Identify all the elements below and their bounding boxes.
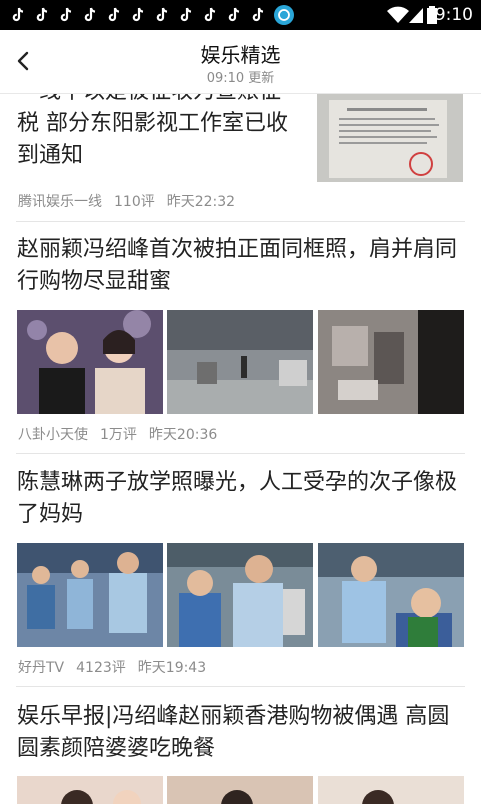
tiktok-icon: [200, 5, 220, 25]
article-source: 腾讯娱乐一线: [18, 194, 102, 210]
page-title: 娱乐精选: [200, 43, 281, 67]
article-image-2[interactable]: [167, 543, 313, 647]
comment-count: 110评: [114, 194, 155, 210]
article-image-2[interactable]: [167, 310, 313, 414]
article-image-1[interactable]: [17, 776, 163, 804]
wifi-icon: [386, 5, 410, 25]
status-clock: 9:10: [434, 5, 473, 25]
tiktok-icon: [248, 5, 268, 25]
tiktok-icon: [176, 5, 196, 25]
article-image-1[interactable]: [17, 543, 163, 647]
article-title[interactable]: 一线中以是被征收为查账征税 部分东阳影视工作室已收到通知: [17, 94, 299, 172]
article-source: 八卦小天使: [18, 427, 88, 443]
news-feed[interactable]: 一线中以是被征收为查账征税 部分东阳影视工作室已收到通知 腾讯娱乐一线110评昨…: [0, 94, 481, 804]
signal-icon: [408, 5, 424, 25]
tiktok-icon: [32, 5, 52, 25]
article-title[interactable]: 娱乐早报|冯绍峰赵丽颖香港购物被偶遇 高圆圆素颜陪婆婆吃晚餐: [17, 701, 467, 765]
tiktok-icon: [56, 5, 76, 25]
status-bar: 9:10: [0, 0, 481, 30]
comment-count: 1万评: [100, 427, 137, 443]
article-image-2[interactable]: [167, 776, 313, 804]
article-image-3[interactable]: [318, 543, 464, 647]
article-meta: 八卦小天使 1万评 昨天20:36: [18, 424, 229, 444]
divider: [16, 686, 465, 687]
publish-time: 昨天19:43: [137, 660, 207, 676]
article-meta: 腾讯娱乐一线 110评 昨天22:32: [18, 191, 247, 211]
tiktok-icon: [8, 5, 28, 25]
publish-time: 昨天20:36: [148, 427, 218, 443]
tiktok-icon: [224, 5, 244, 25]
tiktok-icon: [104, 5, 124, 25]
tiktok-icon: [128, 5, 148, 25]
tiktok-icon: [80, 5, 100, 25]
divider: [16, 453, 465, 454]
article-title[interactable]: 赵丽颖冯绍峰首次被拍正面同框照，肩并肩同行购物尽显甜蜜: [17, 234, 467, 298]
tiktok-icon: [152, 5, 172, 25]
publish-time: 昨天22:32: [166, 194, 236, 210]
article-image-3[interactable]: [318, 310, 464, 414]
article-image-3[interactable]: [318, 776, 464, 804]
article-title[interactable]: 陈慧琳两子放学照曝光，人工受孕的次子像极了妈妈: [17, 467, 467, 531]
app-icon: [274, 5, 294, 25]
article-thumbnail[interactable]: [317, 94, 463, 182]
article-source: 好丹TV: [18, 660, 65, 676]
comment-count: 4123评: [76, 660, 126, 676]
divider: [16, 221, 465, 222]
article-meta: 好丹TV 4123评 昨天19:43: [18, 657, 218, 677]
update-time: 09:10 更新: [206, 71, 275, 86]
article-image-1[interactable]: [17, 310, 163, 414]
top-header: 娱乐精选 09:10 更新: [0, 30, 481, 94]
